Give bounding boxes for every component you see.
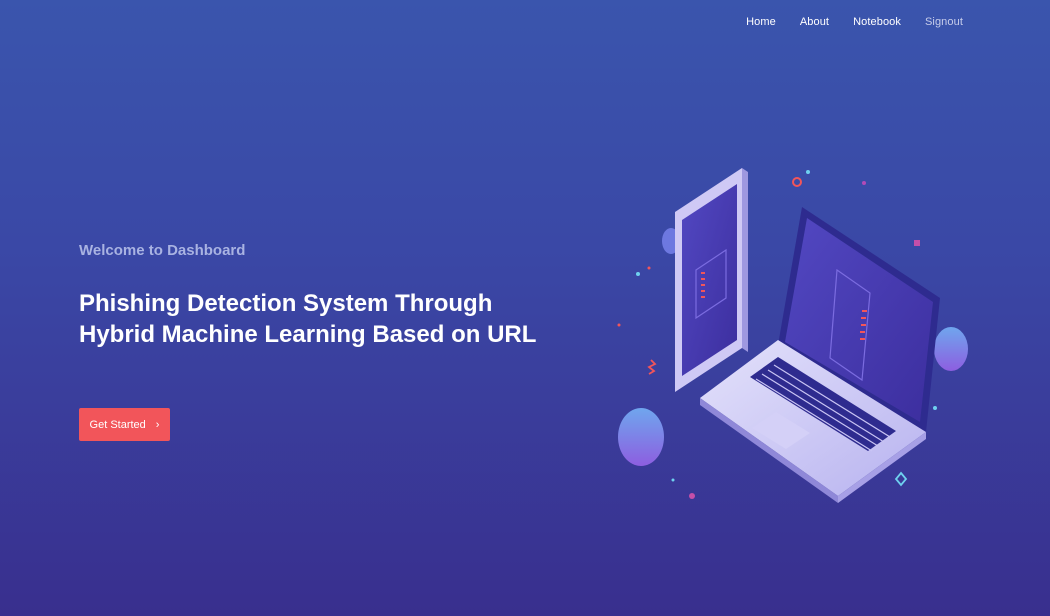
decor-ring-red [792, 177, 802, 187]
decor-dot-cyan-top [806, 170, 810, 174]
welcome-subtitle: Welcome to Dashboard [79, 242, 246, 259]
nav-home-link[interactable]: Home [746, 15, 776, 29]
chevron-right-icon: › [155, 418, 160, 431]
decor-dot-cyan-left [636, 272, 640, 276]
decor-zigzag [647, 359, 657, 375]
decor-diamond [894, 471, 908, 487]
decor-dot-red-left2 [617, 323, 621, 327]
decor-circle-left [618, 408, 664, 466]
nav-signout-link[interactable]: Signout [925, 15, 963, 29]
decor-dot-magenta-bottom [689, 493, 695, 499]
decor-square-magenta [914, 240, 920, 246]
decor-dot-cyan-bottom [671, 478, 675, 482]
get-started-button[interactable]: Get Started › [79, 408, 170, 441]
title-line-1: Phishing Detection System Through [79, 290, 493, 317]
phone-shape [675, 168, 748, 392]
decor-dot-red-left [647, 266, 651, 270]
nav-about-link[interactable]: About [800, 15, 829, 29]
laptop-phone-illustration [617, 168, 968, 503]
decor-dot-purple-top [862, 181, 866, 185]
top-nav: Home About Notebook Signout [746, 15, 963, 29]
title-line-2: Hybrid Machine Learning Based on URL [79, 321, 537, 348]
nav-notebook-link[interactable]: Notebook [853, 15, 901, 29]
decor-circle-right [934, 327, 968, 371]
get-started-label: Get Started [89, 418, 146, 431]
decor-dot-cyan-right [933, 406, 937, 410]
hero-section: Welcome to Dashboard Phishing Detection … [79, 242, 549, 350]
page-title: Phishing Detection System Through Hybrid… [79, 288, 549, 350]
